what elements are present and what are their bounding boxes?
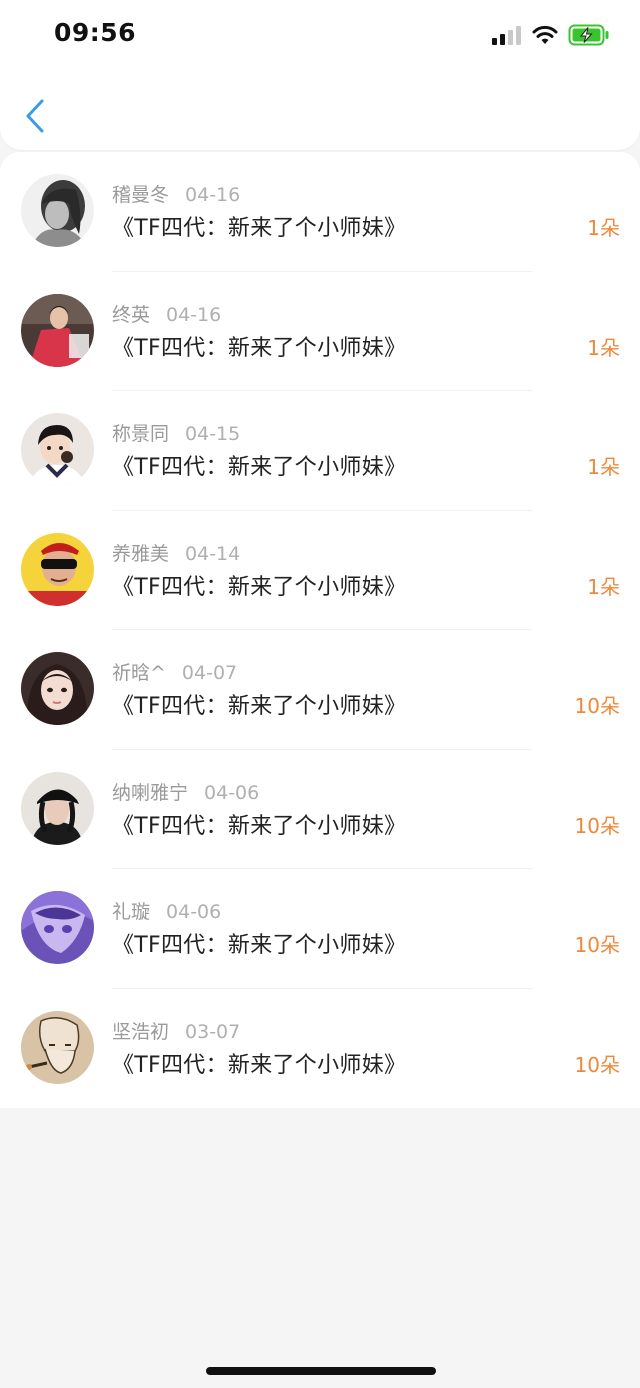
- gift-date: 04-06: [166, 901, 222, 923]
- list-item[interactable]: 称景同 04-15 《TF四代：新来了个小师妹》 1朵: [0, 391, 640, 511]
- user-name-text: 稽曼冬: [112, 184, 170, 206]
- list-item[interactable]: 祈晗^ 04-07 《TF四代：新来了个小师妹》 10朵: [0, 630, 640, 750]
- book-title: 《TF四代：新来了个小师妹》: [112, 813, 407, 839]
- book-title: 《TF四代：新来了个小师妹》: [112, 933, 407, 958]
- list-item[interactable]: 纳喇雅宁 04-06 《TF四代：新来了个小师妹》 10朵: [0, 750, 640, 869]
- list-item[interactable]: 稽曼冬 04-16 《TF四代：新来了个小师妹》 1朵: [0, 152, 640, 272]
- back-button[interactable]: [18, 94, 52, 138]
- gift-date: 04-16: [166, 303, 222, 326]
- user-name: 稽曼冬 04-16: [112, 180, 240, 207]
- user-name-text: 纳喇雅宁: [112, 781, 189, 804]
- user-name: 祈晗^ 04-07: [112, 658, 237, 685]
- gift-date: 04-07: [181, 662, 238, 684]
- user-name: 纳喇雅宁 04-06: [112, 778, 259, 805]
- user-name-text: 祈晗^: [112, 662, 166, 684]
- gift-date: 04-15: [185, 423, 241, 445]
- gift-amount: 1朵: [587, 335, 620, 360]
- wifi-icon: [532, 25, 558, 44]
- user-name: 礼璇 04-06: [112, 897, 221, 924]
- avatar[interactable]: [21, 652, 94, 725]
- avatar[interactable]: [21, 1010, 94, 1084]
- user-name-text: 坚浩初: [112, 1020, 170, 1043]
- gift-date: 03-07: [185, 1020, 241, 1043]
- gift-date: 04-14: [185, 542, 241, 565]
- avatar[interactable]: [21, 413, 94, 486]
- user-name-text: 养雅美: [112, 542, 170, 565]
- gift-amount: 10朵: [574, 933, 620, 957]
- book-title: 《TF四代：新来了个小师妹》: [112, 694, 407, 719]
- header: 09:56: [0, 0, 640, 150]
- avatar[interactable]: [21, 293, 94, 367]
- gift-amount: 10朵: [574, 694, 620, 718]
- user-name-text: 称景同: [112, 423, 170, 445]
- cellular-signal-icon: [492, 26, 521, 45]
- gift-amount: 1朵: [587, 455, 620, 479]
- chevron-left-icon: [26, 99, 44, 133]
- gift-amount: 1朵: [587, 574, 620, 599]
- book-title: 《TF四代：新来了个小师妹》: [112, 455, 407, 480]
- avatar[interactable]: [21, 532, 94, 606]
- user-name: 称景同 04-15: [112, 419, 240, 446]
- book-title: 《TF四代：新来了个小师妹》: [112, 335, 407, 361]
- avatar[interactable]: [21, 771, 94, 845]
- gift-date: 04-16: [185, 184, 241, 206]
- list-item[interactable]: 养雅美 04-14 《TF四代：新来了个小师妹》 1朵: [0, 511, 640, 630]
- avatar[interactable]: [21, 891, 94, 964]
- book-title: 《TF四代：新来了个小师妹》: [112, 574, 407, 600]
- gift-amount: 10朵: [574, 813, 620, 838]
- list-item[interactable]: 坚浩初 03-07 《TF四代：新来了个小师妹》 10朵: [0, 989, 640, 1109]
- battery-charging-icon: [568, 24, 609, 46]
- user-name-text: 终英: [112, 303, 151, 326]
- user-name: 坚浩初 03-07: [112, 1017, 240, 1044]
- book-title: 《TF四代：新来了个小师妹》: [112, 1052, 407, 1078]
- user-name: 终英 04-16: [112, 300, 221, 327]
- status-time: 09:56: [54, 18, 137, 47]
- gift-list: 稽曼冬 04-16 《TF四代：新来了个小师妹》 1朵 终英 04-16 《TF四代…: [0, 152, 640, 1108]
- list-item[interactable]: 礼璇 04-06 《TF四代：新来了个小师妹》 10朵: [0, 869, 640, 989]
- status-icons: [492, 22, 610, 48]
- user-name: 养雅美 04-14: [112, 539, 240, 566]
- user-name-text: 礼璇: [112, 901, 151, 923]
- book-title: 《TF四代：新来了个小师妹》: [112, 216, 407, 241]
- list-item[interactable]: 终英 04-16 《TF四代：新来了个小师妹》 1朵: [0, 272, 640, 391]
- gift-amount: 1朵: [587, 216, 620, 240]
- gift-date: 04-06: [204, 781, 260, 804]
- home-indicator[interactable]: [206, 1367, 436, 1375]
- gift-amount: 10朵: [574, 1052, 620, 1077]
- avatar[interactable]: [21, 174, 94, 247]
